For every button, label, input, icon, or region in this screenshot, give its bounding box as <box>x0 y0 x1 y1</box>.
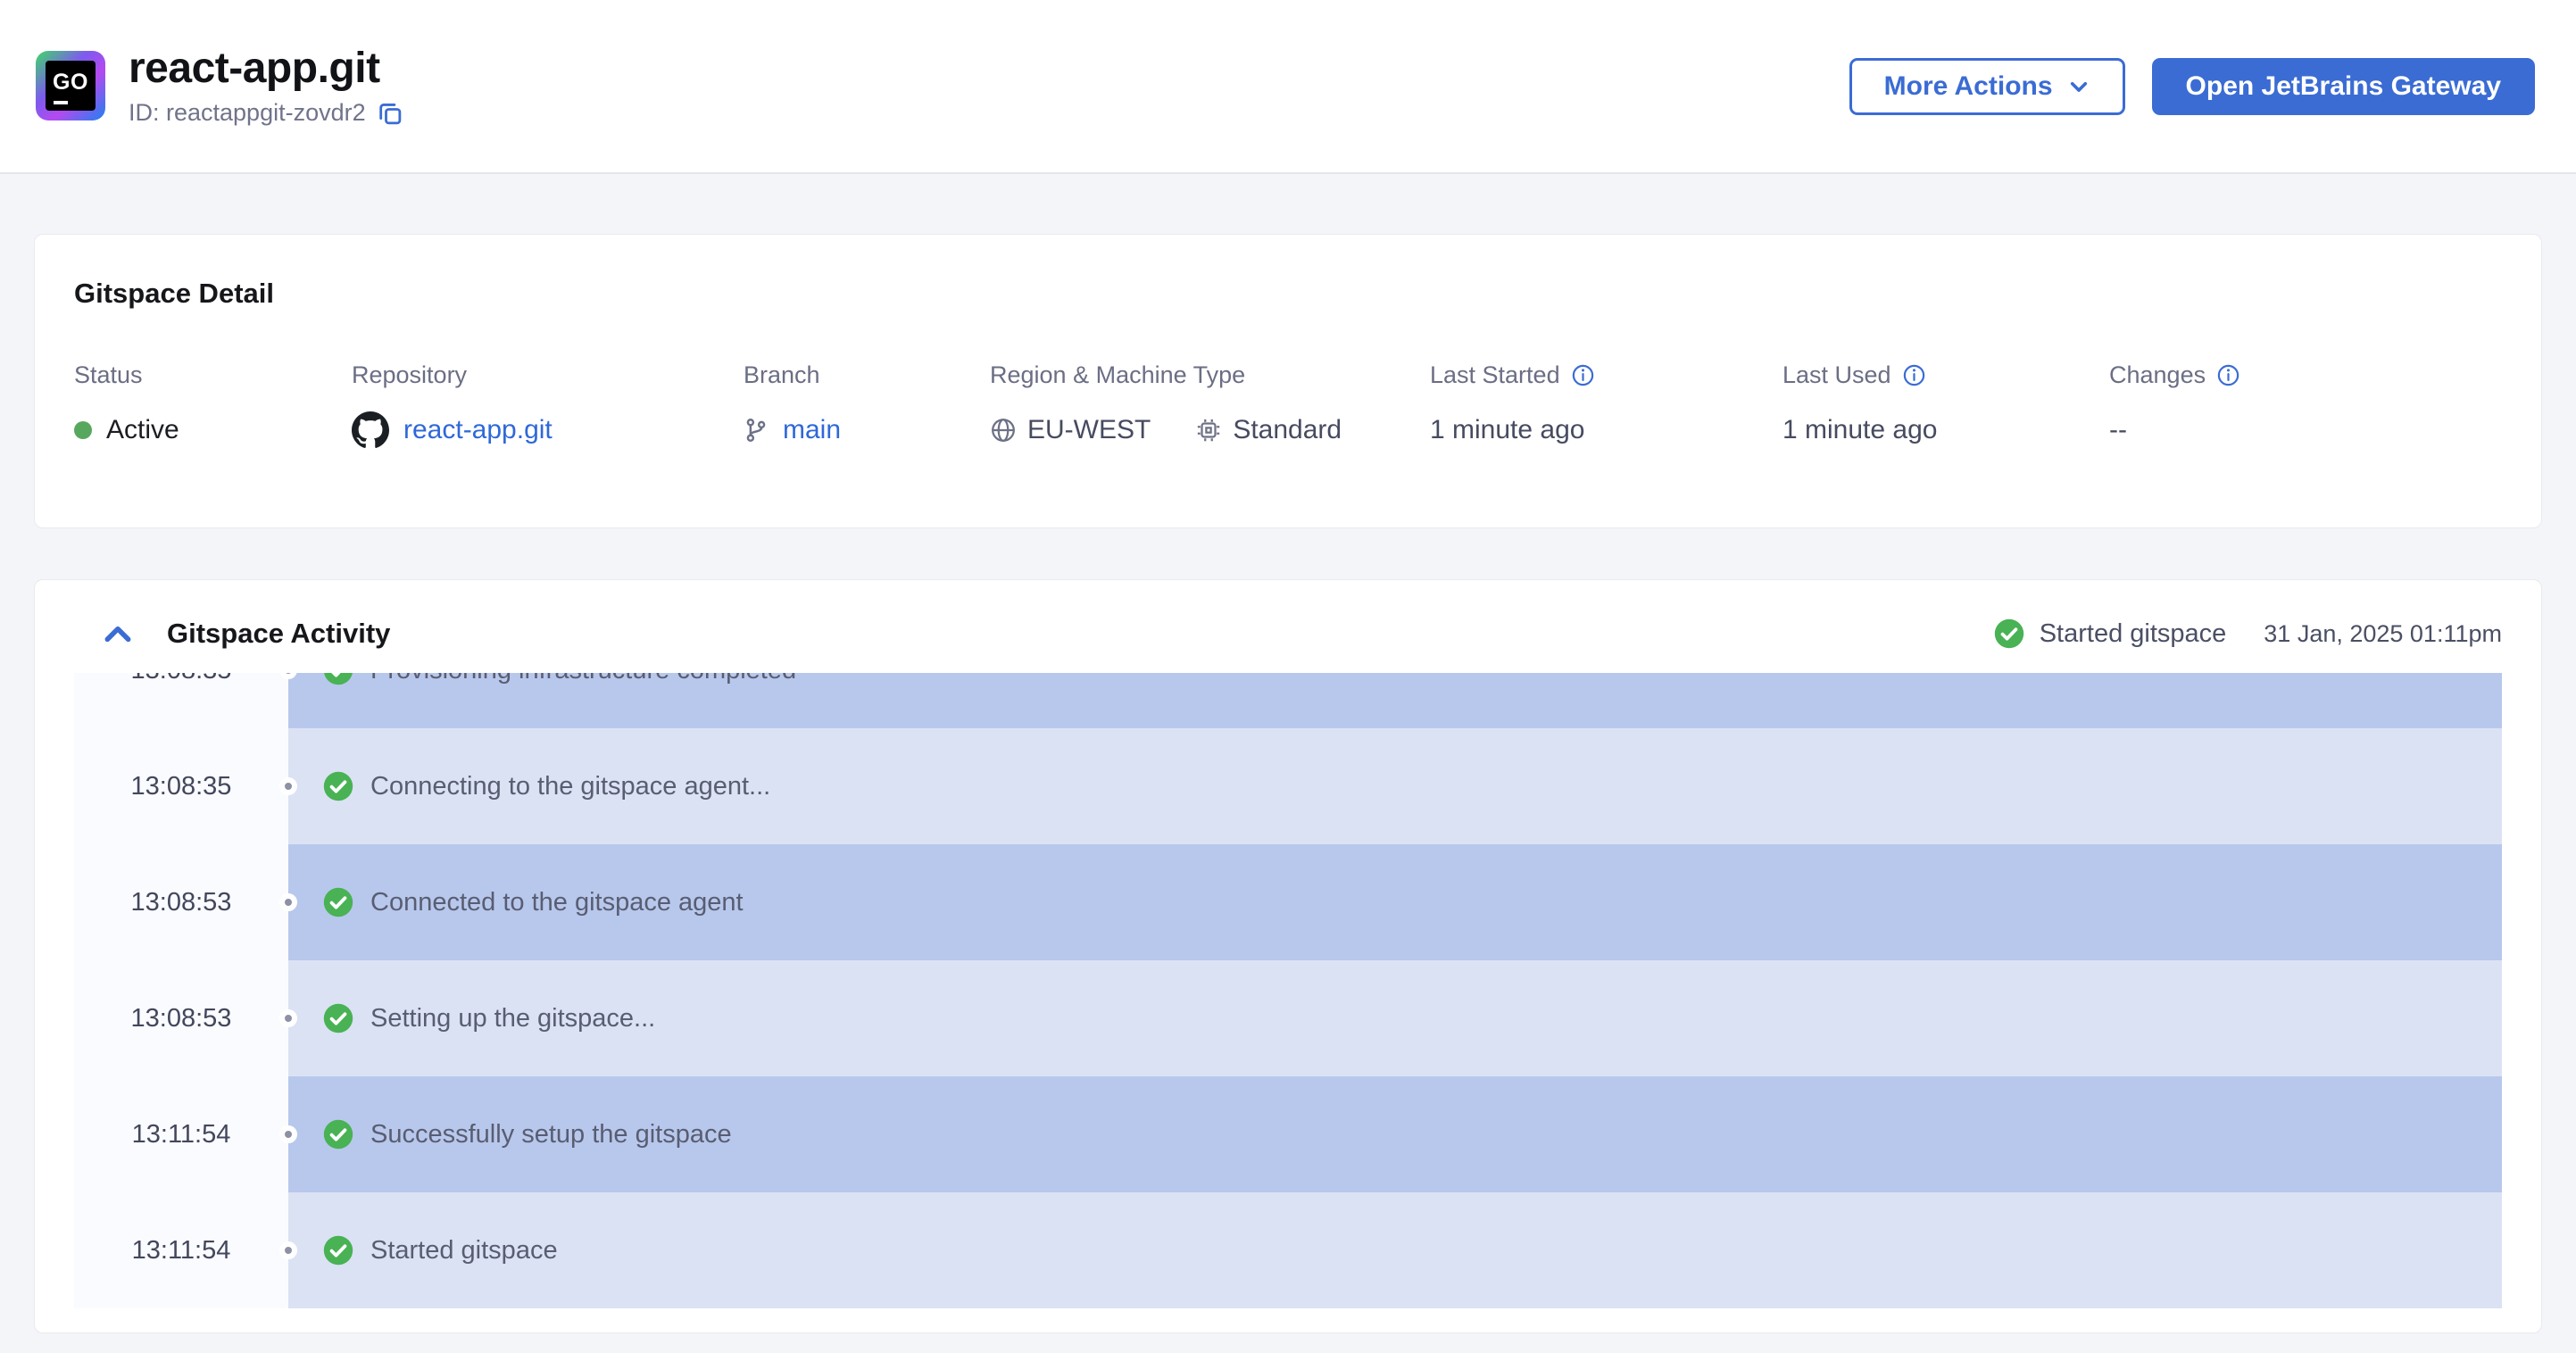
activity-log-scroll: 13:08:35 Provisioning infrastructure com… <box>74 673 2502 1308</box>
header-left: GO react-app.git ID: reactappgit-zovdr2 <box>36 44 403 128</box>
more-actions-label: More Actions <box>1883 71 2053 101</box>
activity-status: Started gitspace 31 Jan, 2025 01:11pm <box>1993 618 2502 650</box>
region-value: EU-WEST <box>1027 415 1151 444</box>
activity-status-time: 31 Jan, 2025 01:11pm <box>2264 619 2502 647</box>
log-timestamp: 13:08:35 <box>74 728 288 844</box>
log-row: 13:08:53 Setting up the gitspace... <box>74 960 2502 1076</box>
log-message: Provisioning infrastructure completed <box>370 673 796 685</box>
status-dot-icon <box>74 421 92 439</box>
goland-logo-text: GO <box>53 69 88 95</box>
field-changes: Changes -- <box>2109 361 2502 450</box>
last-used-value: 1 minute ago <box>1782 415 1938 444</box>
check-circle-icon <box>322 1002 354 1034</box>
gitspace-id-row: ID: reactappgit-zovdr2 <box>129 99 403 127</box>
machine-type-value: Standard <box>1233 415 1342 444</box>
field-repository: Repository react-app.git <box>352 361 744 450</box>
timeline-dot <box>279 1241 297 1259</box>
copy-icon[interactable] <box>377 100 403 127</box>
timeline-dot <box>279 893 297 911</box>
log-row: 13:11:54 Successfully setup the gitspace <box>74 1076 2502 1192</box>
log-timestamp: 13:08:35 <box>74 673 288 728</box>
log-message: Successfully setup the gitspace <box>370 1119 732 1149</box>
goland-logo-dash <box>54 100 68 104</box>
log-timestamp: 13:11:54 <box>74 1192 288 1308</box>
check-circle-icon <box>322 673 354 686</box>
changes-value: -- <box>2109 415 2127 444</box>
log-message: Connecting to the gitspace agent... <box>370 771 771 801</box>
info-icon[interactable] <box>2216 363 2240 387</box>
activity-log-viewport[interactable]: 13:08:35 Provisioning infrastructure com… <box>74 673 2502 1312</box>
chevron-down-icon <box>2067 75 2090 98</box>
branch-label: Branch <box>744 361 820 388</box>
github-icon <box>352 411 389 449</box>
branch-icon <box>744 418 769 443</box>
log-row: 13:08:53 Connected to the gitspace agent <box>74 844 2502 960</box>
repository-value: react-app.git <box>352 411 744 450</box>
log-timestamp: 13:11:54 <box>74 1076 288 1192</box>
more-actions-button[interactable]: More Actions <box>1849 57 2125 115</box>
log-message: Setting up the gitspace... <box>370 1003 656 1033</box>
check-circle-icon <box>322 770 354 802</box>
gitspace-activity-card: Gitspace Activity Started gitspace 31 Ja… <box>34 579 2542 1333</box>
machine-group: Standard <box>1195 415 1342 445</box>
check-circle-icon <box>322 1118 354 1150</box>
changes-label: Changes <box>2109 361 2206 388</box>
log-timestamp: 13:08:53 <box>74 844 288 960</box>
check-circle-icon <box>1993 618 2025 650</box>
field-status: Status Active <box>74 361 352 450</box>
last-used-label: Last Used <box>1782 361 1891 388</box>
activity-card-title: Gitspace Activity <box>167 618 391 649</box>
region-group: EU-WEST <box>990 415 1151 445</box>
region-machine-value: EU-WEST Standard <box>990 411 1430 450</box>
repository-label: Repository <box>352 361 468 388</box>
main-content: Gitspace Detail Status Active Repository <box>0 174 2576 1333</box>
branch-link[interactable]: main <box>783 415 841 445</box>
region-machine-label: Region & Machine Type <box>990 361 1246 388</box>
log-message: Connected to the gitspace agent <box>370 887 744 917</box>
gitspace-detail-card: Gitspace Detail Status Active Repository <box>34 234 2542 528</box>
title-block: react-app.git ID: reactappgit-zovdr2 <box>129 44 403 128</box>
timeline-dot <box>279 777 297 795</box>
chevron-up-icon <box>103 622 133 645</box>
log-timestamp: 13:08:53 <box>74 960 288 1076</box>
log-row: 13:08:35 Provisioning infrastructure com… <box>74 673 2502 728</box>
goland-logo-core: GO <box>46 61 96 112</box>
goland-logo-icon: GO <box>36 51 105 121</box>
log-row: 13:08:35 Connecting to the gitspace agen… <box>74 728 2502 844</box>
info-icon[interactable] <box>1571 363 1595 387</box>
check-circle-icon <box>322 886 354 918</box>
branch-value: main <box>744 411 990 450</box>
machine-type-icon <box>1195 417 1222 444</box>
field-branch: Branch main <box>744 361 990 450</box>
collapse-activity-button[interactable] <box>97 617 138 651</box>
field-region-machine: Region & Machine Type EU-WEST Standard <box>990 361 1430 450</box>
repository-link[interactable]: react-app.git <box>403 415 553 445</box>
info-icon[interactable] <box>1902 363 1926 387</box>
gitspace-id: ID: reactappgit-zovdr2 <box>129 99 366 127</box>
last-started-label: Last Started <box>1430 361 1560 388</box>
last-started-value: 1 minute ago <box>1430 415 1585 444</box>
status-value: Active <box>74 411 352 450</box>
log-message: Started gitspace <box>370 1235 558 1265</box>
field-last-used: Last Used 1 minute ago <box>1782 361 2109 450</box>
timeline-dot <box>279 1009 297 1027</box>
timeline-dot <box>279 1125 297 1143</box>
detail-card-title: Gitspace Detail <box>74 278 274 309</box>
status-label: Status <box>74 361 143 388</box>
header-actions: More Actions Open JetBrains Gateway <box>1849 57 2535 115</box>
activity-header: Gitspace Activity Started gitspace 31 Ja… <box>35 580 2541 673</box>
page-title: react-app.git <box>129 44 380 92</box>
detail-fields-row: Status Active Repository react-app.git B… <box>74 361 2502 450</box>
open-jetbrains-gateway-button[interactable]: Open JetBrains Gateway <box>2151 57 2535 115</box>
check-circle-icon <box>322 1234 354 1266</box>
page-header: GO react-app.git ID: reactappgit-zovdr2 … <box>0 0 2576 174</box>
log-row: 13:11:54 Started gitspace <box>74 1192 2502 1308</box>
globe-icon <box>990 417 1017 444</box>
field-last-started: Last Started 1 minute ago <box>1430 361 1782 450</box>
activity-status-label: Started gitspace <box>2039 618 2227 648</box>
status-text: Active <box>106 415 179 444</box>
